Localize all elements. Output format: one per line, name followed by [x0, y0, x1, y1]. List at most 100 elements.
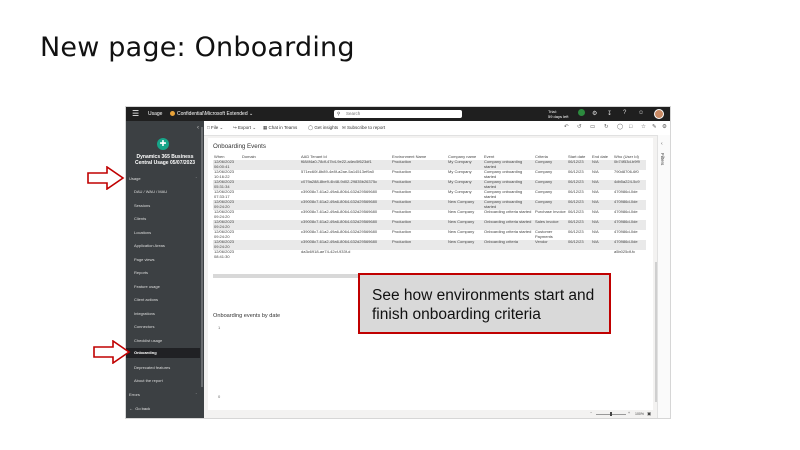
table-row[interactable]: 12/06/2023 09:24:20 c39008c7-61a2-49a6-80… — [213, 240, 646, 250]
nav-item-page-views[interactable]: Page views — [134, 257, 154, 262]
table-cell: Vendor — [534, 240, 567, 250]
table-cell: Company — [534, 160, 567, 170]
column-header[interactable]: Company name — [447, 152, 483, 160]
y-axis-tick: 1 — [218, 325, 221, 330]
table-row[interactable]: 12/06/2023 06:00:41 f684f4a0-78df-47b4-9e… — [213, 160, 646, 170]
nav-group-usage[interactable]: Usage ˆ — [129, 176, 201, 181]
table-cell: Company onboarding started — [484, 190, 523, 199]
undo-icon[interactable]: ↶ — [564, 124, 569, 130]
nav-item-dau[interactable]: DAU / WAU / MAU — [134, 189, 167, 194]
table-cell: Company — [535, 190, 553, 194]
star-icon[interactable]: ☆ — [641, 124, 646, 130]
table-cell: 06/12/23 — [567, 160, 591, 170]
search-input[interactable]: ⚲ Search — [334, 110, 462, 118]
table-cell — [241, 240, 300, 250]
more-settings-icon[interactable]: ⚙ — [662, 124, 667, 130]
nav-item-locations[interactable]: Locations — [134, 230, 151, 235]
nav-scrollbar[interactable] — [201, 127, 203, 387]
go-back-button[interactable]: ← Go back — [129, 406, 150, 411]
nav-item-about[interactable]: About the report — [134, 378, 163, 383]
column-header[interactable]: Criteria — [534, 152, 567, 160]
avatar[interactable] — [654, 109, 664, 119]
subscribe-button[interactable]: ✉ Subscribe to report — [342, 125, 385, 131]
nav-group-errors[interactable]: Errors ˇ — [129, 392, 201, 397]
nav-item-integrations[interactable]: Integrations — [134, 311, 155, 316]
table-cell — [241, 220, 300, 230]
help-icon[interactable]: ? — [623, 110, 626, 116]
export-menu[interactable]: ↪ Export ⌄ — [233, 125, 256, 131]
table-row[interactable]: 12/06/2023 05:31:34 c079a288-8be9-4b48-9d… — [213, 180, 646, 190]
table-row[interactable]: 12/06/2023 07:33:17 c39008c7-61a2-49a6-80… — [213, 190, 646, 200]
file-menu[interactable]: □ File ⌄ — [207, 125, 223, 131]
table-cell — [241, 160, 300, 170]
collapse-nav-icon[interactable]: ‹ — [197, 125, 199, 131]
nav-item-feature-usage[interactable]: Feature usage — [134, 284, 160, 289]
table-cell: N/A — [591, 200, 613, 210]
edit-icon[interactable]: ✎ — [652, 124, 657, 130]
table-cell: c39008c7-61a2-49a6-8064-632d29569680 — [301, 230, 378, 234]
chat-label: Chat in Teams — [268, 125, 298, 130]
nav-item-checklist-usage[interactable]: Checklist usage — [134, 338, 162, 343]
nav-item-deprecated-features[interactable]: Deprecated features — [134, 365, 170, 370]
zoom-slider-handle[interactable] — [610, 412, 612, 416]
app-launcher-icon[interactable]: ☰ — [132, 110, 139, 118]
table-cell: 06/12/23 — [568, 170, 584, 174]
comment-icon[interactable]: ◯ — [617, 124, 623, 130]
table-cell: My Company — [447, 160, 483, 170]
settings-icon[interactable]: ⚙ — [592, 110, 597, 117]
column-header[interactable]: End date — [591, 152, 613, 160]
table-cell: 12/06/2023 08:41:30 — [214, 250, 235, 259]
nav-item-connectors[interactable]: Connectors — [134, 324, 154, 329]
table-row[interactable]: 12/06/2023 09:24:20 c39008c7-61a2-49a6-80… — [213, 220, 646, 230]
feedback-icon[interactable]: ☺ — [638, 110, 644, 116]
table-row[interactable]: 12/06/2023 10:16:22 571ec60f-8b89-4e8f-a2… — [213, 170, 646, 180]
refresh-icon[interactable]: ↻ — [604, 124, 609, 130]
zoom-in-button[interactable]: + — [628, 411, 630, 415]
filters-pane[interactable]: ‹ Filters — [657, 135, 670, 418]
column-header[interactable]: Event — [483, 152, 534, 160]
onboarding-events-table[interactable]: When Domain AAD Tenant Id Environment Na… — [213, 152, 646, 260]
table-cell: 06/12/23 — [568, 210, 584, 214]
table-cell: My Company — [448, 190, 472, 194]
expand-filters-icon[interactable]: ‹ — [661, 141, 663, 147]
table-row[interactable]: 12/06/2023 08:41:30 da3c6918-ae74-42cf-93… — [213, 250, 646, 260]
reset-icon[interactable]: ↺ — [577, 124, 582, 130]
table-row[interactable]: 12/06/2023 09:24:20 c39008c7-61a2-49a6-80… — [213, 200, 646, 210]
fit-to-page-icon[interactable]: ▣ — [647, 411, 651, 417]
table-row[interactable]: 12/06/2023 09:24:20 c39008c7-61a2-49a6-80… — [213, 210, 646, 220]
table-cell: Production — [391, 240, 447, 250]
notification-badge[interactable] — [578, 109, 585, 116]
nav-item-onboarding[interactable]: Onboarding — [126, 348, 200, 358]
nav-item-clients[interactable]: Clients — [134, 216, 146, 221]
back-arrow-icon: ← — [129, 406, 133, 411]
nav-group-errors-label: Errors — [129, 392, 140, 397]
table-cell — [241, 180, 300, 190]
app-breadcrumb[interactable]: Usage — [148, 111, 162, 117]
download-icon[interactable]: ↧ — [607, 110, 612, 117]
table-cell: c39008c7-61a2-49a6-8064-632d29569680 — [300, 240, 391, 250]
zoom-level: 100% — [635, 412, 644, 416]
top-bar: ☰ Usage Confidential\Microsoft Extended … — [126, 107, 670, 121]
nav-item-sessions[interactable]: Sessions — [134, 203, 150, 208]
table-cell: 12/06/2023 06:00:41 — [213, 160, 241, 170]
column-header[interactable]: Environment Name — [391, 152, 447, 160]
column-header[interactable]: Start date — [567, 152, 591, 160]
nav-item-reports[interactable]: Reports — [134, 270, 148, 275]
sensitivity-icon — [170, 111, 175, 117]
zoom-out-button[interactable]: − — [590, 411, 592, 415]
go-back-label: Go back — [135, 406, 151, 411]
nav-item-client-actions[interactable]: Client actions — [134, 297, 158, 302]
get-insights-button[interactable]: ◯ Get insights — [308, 125, 338, 131]
table-cell — [591, 250, 613, 260]
view-icon[interactable]: ▭ — [590, 124, 595, 130]
bookmark-icon[interactable]: □ — [629, 124, 632, 130]
column-header[interactable]: Domain — [241, 152, 300, 160]
column-header[interactable]: When — [213, 152, 241, 160]
table-row[interactable]: 12/06/2023 09:24:20 c39008c7-61a2-49a6-80… — [213, 230, 646, 240]
chat-in-teams-button[interactable]: ▦ Chat in Teams — [263, 125, 297, 131]
column-header[interactable]: AAD Tenant Id — [300, 152, 391, 160]
workspace-breadcrumb[interactable]: Confidential\Microsoft Extended ⌄ — [170, 111, 253, 117]
column-header[interactable]: Who (User Id) — [613, 152, 646, 160]
table-title: Onboarding Events — [213, 143, 266, 150]
nav-item-application-areas[interactable]: Application Areas — [134, 243, 165, 248]
